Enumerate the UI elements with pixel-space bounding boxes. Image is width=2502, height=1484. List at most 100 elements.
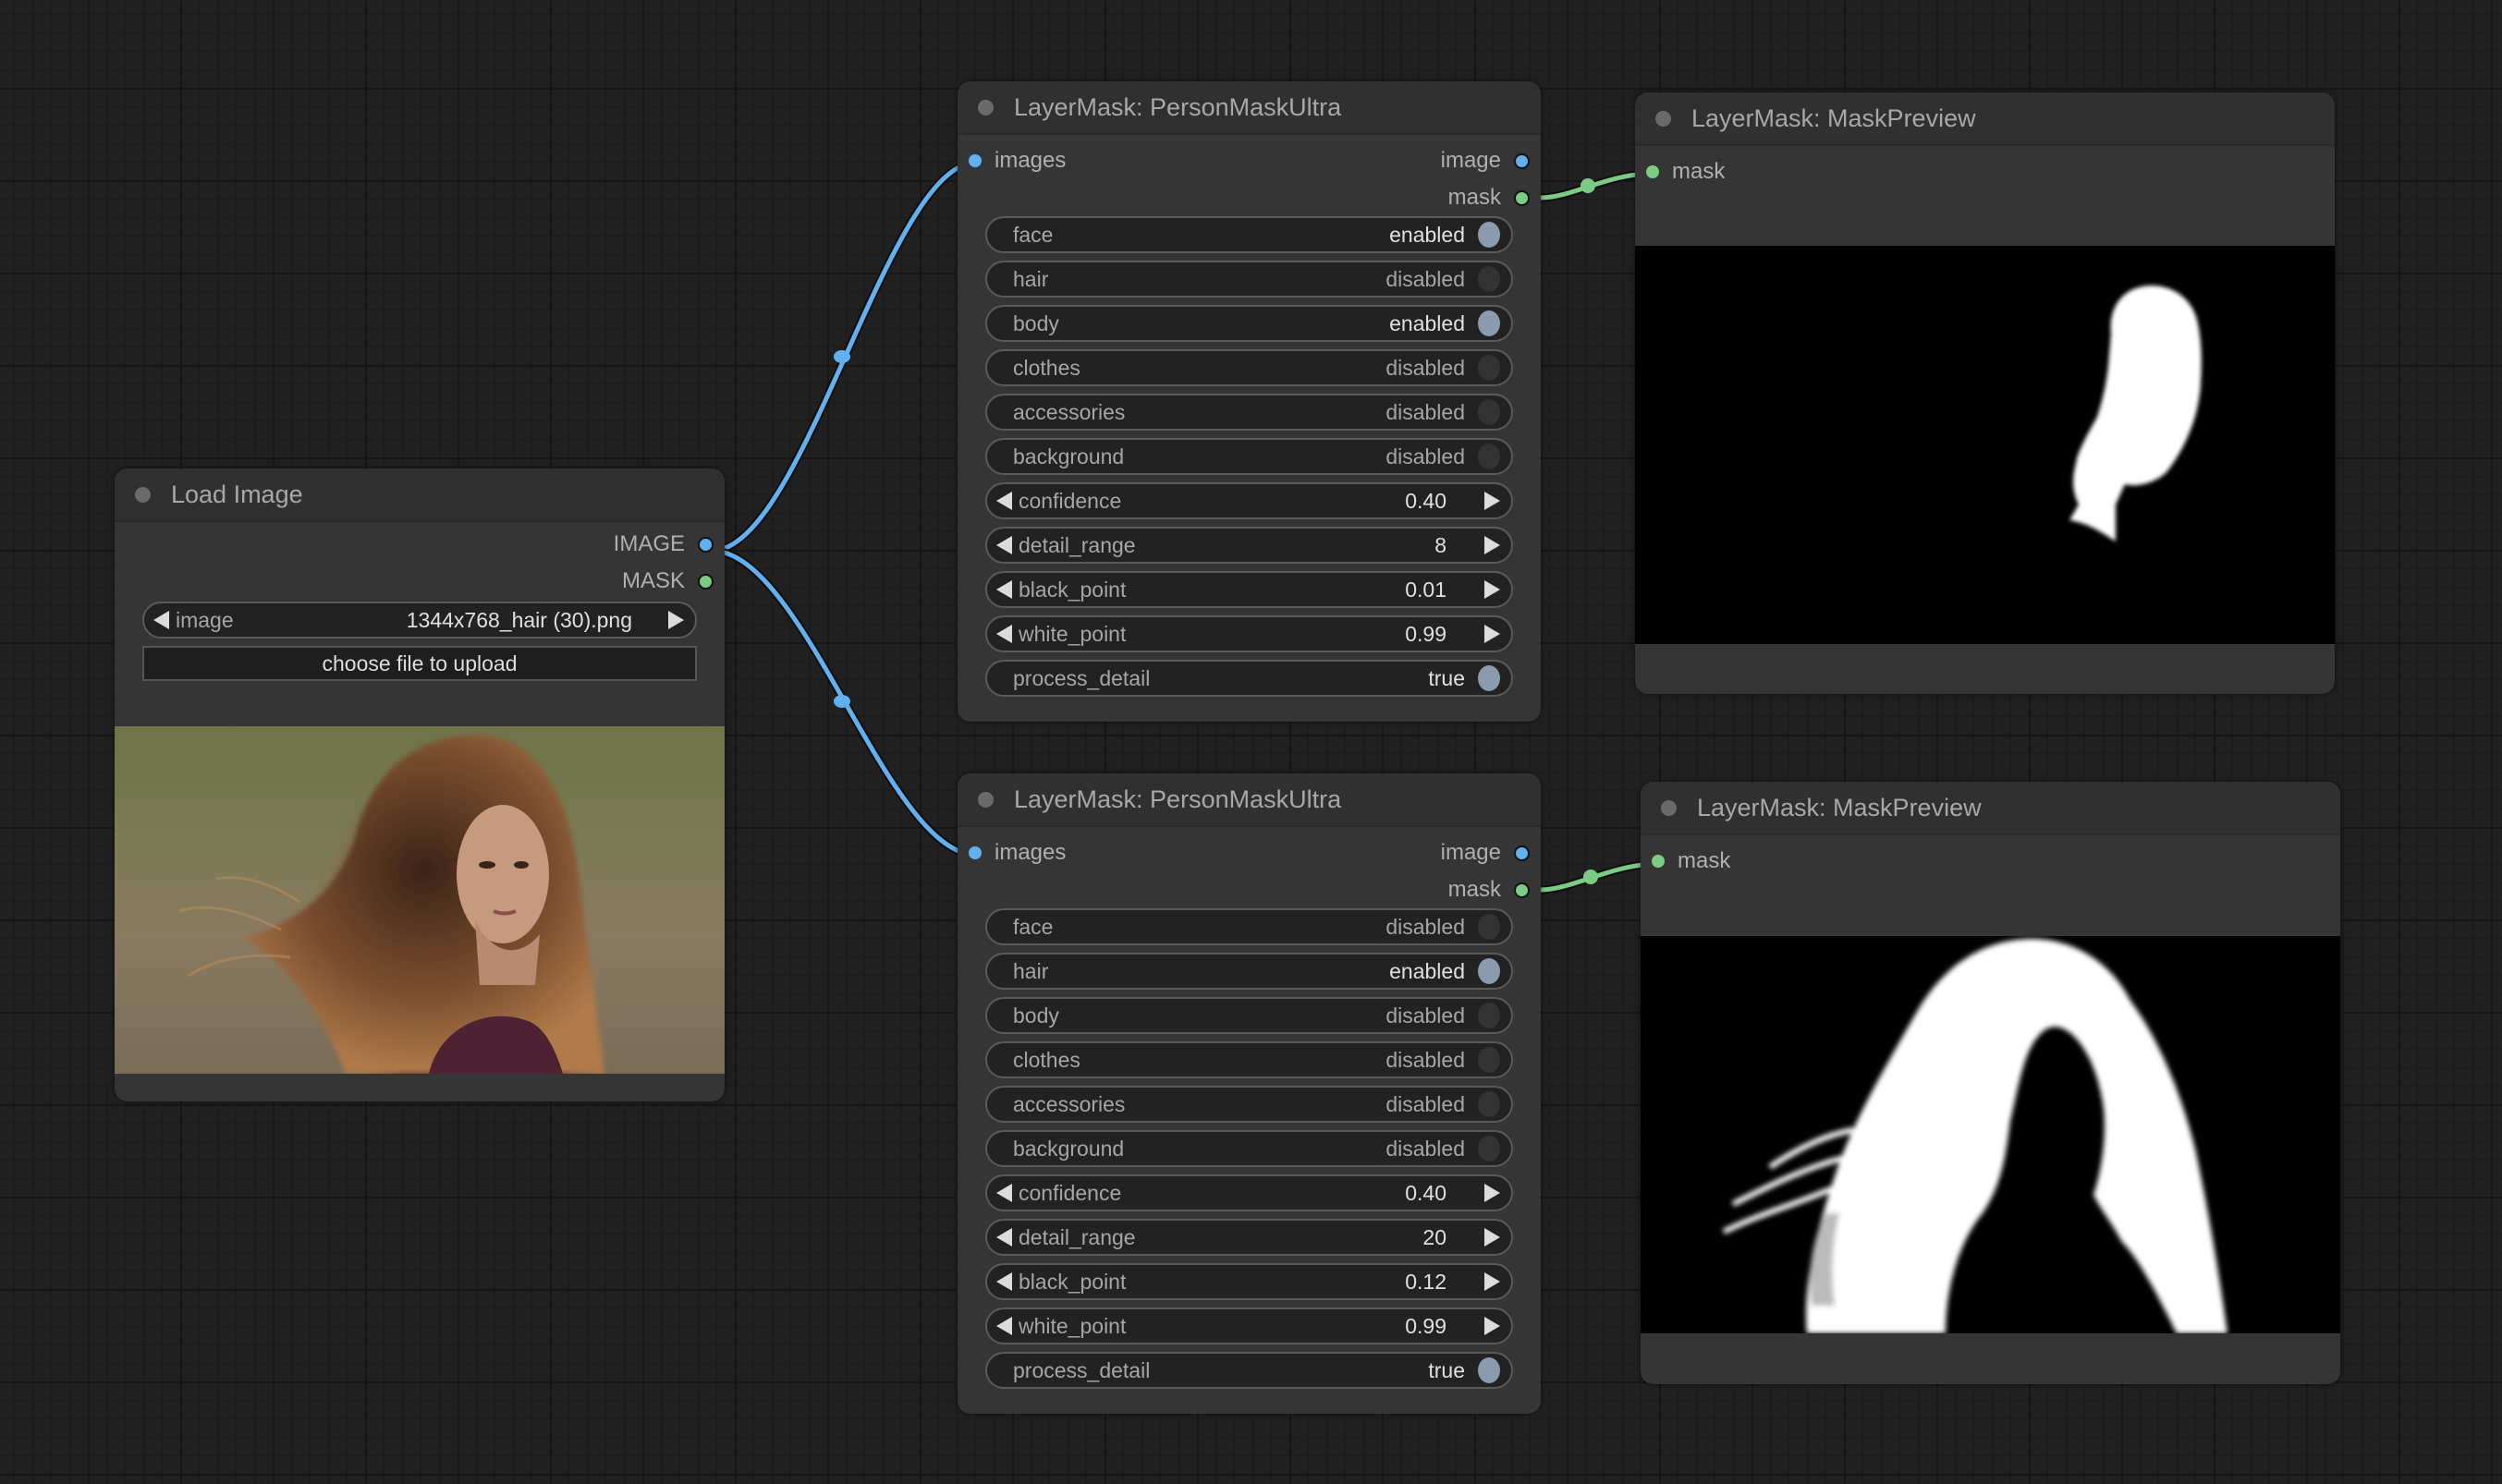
arrow-left-icon[interactable] xyxy=(153,611,169,629)
toggle-process-detail[interactable]: process_detail true xyxy=(985,660,1513,697)
toggle-hair[interactable]: hair enabled xyxy=(985,953,1513,990)
increment-arrow-icon[interactable] xyxy=(1484,1317,1500,1335)
link-image-to-pmu-2-line[interactable] xyxy=(711,548,977,858)
toggle-accessories[interactable]: accessories disabled xyxy=(985,1086,1513,1123)
mask-output-dot-icon[interactable] xyxy=(698,573,714,590)
decrement-arrow-icon[interactable] xyxy=(996,1272,1012,1291)
input-slot-mask[interactable]: mask xyxy=(1641,843,2340,880)
load-image-node[interactable]: Load Image IMAGE MASK image 1344x768_hai… xyxy=(115,468,725,1101)
collapse-dot-icon[interactable] xyxy=(1661,799,1677,816)
input-slot-mask[interactable]: mask xyxy=(1635,153,2335,190)
collapse-dot-icon[interactable] xyxy=(978,791,994,808)
increment-arrow-icon[interactable] xyxy=(1484,536,1500,554)
toggle-knob-icon[interactable] xyxy=(1478,1357,1500,1383)
toggle-process-detail[interactable]: process_detail true xyxy=(985,1352,1513,1389)
toggle-knob-icon[interactable] xyxy=(1478,222,1500,248)
image-output-dot-icon[interactable] xyxy=(1514,152,1530,169)
mask-input-dot-icon[interactable] xyxy=(1652,855,1665,868)
increment-arrow-icon[interactable] xyxy=(1484,1184,1500,1202)
mask-preview-node-1[interactable]: LayerMask: MaskPreview mask xyxy=(1635,92,2335,694)
increment-arrow-icon[interactable] xyxy=(1484,1272,1500,1291)
toggle-knob-icon[interactable] xyxy=(1478,355,1500,381)
number-confidence[interactable]: confidence 0.40 xyxy=(985,482,1513,519)
person-mask-ultra-node-1[interactable]: LayerMask: PersonMaskUltra images image mas… xyxy=(958,81,1541,722)
slot-row-images[interactable]: images image xyxy=(958,142,1541,179)
person-mask-ultra-node-2[interactable]: LayerMask: PersonMaskUltra images image mas… xyxy=(958,773,1541,1414)
toggle-accessories[interactable]: accessories disabled xyxy=(985,394,1513,431)
image-output-dot-icon[interactable] xyxy=(1514,845,1530,861)
toggle-face[interactable]: face disabled xyxy=(985,908,1513,945)
number-white-point[interactable]: white_point 0.99 xyxy=(985,615,1513,652)
increment-arrow-icon[interactable] xyxy=(1484,625,1500,643)
decrement-arrow-icon[interactable] xyxy=(996,1184,1012,1202)
output-slot-image[interactable]: IMAGE xyxy=(115,526,725,563)
link-midpoint-1[interactable] xyxy=(834,350,850,363)
toggle-body[interactable]: body disabled xyxy=(985,997,1513,1034)
toggle-hair[interactable]: hair disabled xyxy=(985,261,1513,298)
link-image-to-pmu-1-line[interactable] xyxy=(711,160,977,553)
toggle-knob-icon[interactable] xyxy=(1478,1136,1500,1162)
toggle-body[interactable]: body enabled xyxy=(985,305,1513,342)
toggle-knob-icon[interactable] xyxy=(1478,310,1500,336)
node-header[interactable]: LayerMask: PersonMaskUltra xyxy=(958,81,1541,135)
toggle-clothes[interactable]: clothes disabled xyxy=(985,349,1513,386)
link-image-to-pmu-1[interactable] xyxy=(711,158,977,555)
slot-row-mask[interactable]: mask xyxy=(958,179,1541,216)
decrement-arrow-icon[interactable] xyxy=(996,625,1012,643)
mask-output-dot-icon[interactable] xyxy=(1514,189,1530,206)
increment-arrow-icon[interactable] xyxy=(1484,1228,1500,1247)
image-combo-widget[interactable]: image 1344x768_hair (30).png xyxy=(142,602,697,639)
decrement-arrow-icon[interactable] xyxy=(996,1228,1012,1247)
toggle-face[interactable]: face enabled xyxy=(985,216,1513,253)
number-confidence[interactable]: confidence 0.40 xyxy=(985,1174,1513,1211)
link-midpoint-3[interactable] xyxy=(1581,178,1595,193)
number-black-point[interactable]: black_point 0.12 xyxy=(985,1263,1513,1300)
mask-input-dot-icon[interactable] xyxy=(1646,165,1659,178)
node-header[interactable]: LayerMask: MaskPreview xyxy=(1635,92,2335,146)
increment-arrow-icon[interactable] xyxy=(1484,580,1500,599)
number-detail-range[interactable]: detail_range 20 xyxy=(985,1219,1513,1256)
toggle-knob-icon[interactable] xyxy=(1478,1003,1500,1028)
toggle-knob-icon[interactable] xyxy=(1478,914,1500,940)
arrow-right-icon[interactable] xyxy=(668,611,684,629)
slot-row-mask[interactable]: mask xyxy=(958,871,1541,908)
toggle-background[interactable]: background disabled xyxy=(985,1130,1513,1167)
widget-value: 0.01 xyxy=(1405,577,1446,602)
toggle-knob-icon[interactable] xyxy=(1478,1047,1500,1073)
mask-preview-node-2[interactable]: LayerMask: MaskPreview mask xyxy=(1641,782,2340,1384)
node-header[interactable]: Load Image xyxy=(115,468,725,522)
increment-arrow-icon[interactable] xyxy=(1484,492,1500,510)
link-midpoint-2[interactable] xyxy=(834,695,850,708)
slot-label: image xyxy=(1440,148,1501,173)
decrement-arrow-icon[interactable] xyxy=(996,492,1012,510)
collapse-dot-icon[interactable] xyxy=(1655,110,1671,127)
toggle-knob-icon[interactable] xyxy=(1478,958,1500,984)
toggle-clothes[interactable]: clothes disabled xyxy=(985,1041,1513,1078)
toggle-knob-icon[interactable] xyxy=(1478,266,1500,292)
link-midpoint-4[interactable] xyxy=(1583,870,1598,884)
collapse-dot-icon[interactable] xyxy=(978,99,994,116)
link-image-to-pmu-2[interactable] xyxy=(711,546,977,859)
decrement-arrow-icon[interactable] xyxy=(996,536,1012,554)
decrement-arrow-icon[interactable] xyxy=(996,1317,1012,1335)
toggle-knob-icon[interactable] xyxy=(1478,665,1500,691)
number-black-point[interactable]: black_point 0.01 xyxy=(985,571,1513,608)
images-input-dot-icon[interactable] xyxy=(969,154,982,167)
slot-row-images[interactable]: images image xyxy=(958,834,1541,871)
collapse-dot-icon[interactable] xyxy=(135,486,151,503)
mask-output-dot-icon[interactable] xyxy=(1514,882,1530,898)
image-output-dot-icon[interactable] xyxy=(698,536,714,553)
images-input-dot-icon[interactable] xyxy=(969,846,982,859)
toggle-background[interactable]: background disabled xyxy=(985,438,1513,475)
node-header[interactable]: LayerMask: MaskPreview xyxy=(1641,782,2340,835)
toggle-knob-icon[interactable] xyxy=(1478,444,1500,469)
node-header[interactable]: LayerMask: PersonMaskUltra xyxy=(958,773,1541,827)
number-white-point[interactable]: white_point 0.99 xyxy=(985,1308,1513,1344)
toggle-knob-icon[interactable] xyxy=(1478,399,1500,425)
toggle-knob-icon[interactable] xyxy=(1478,1091,1500,1117)
hair-mask xyxy=(1722,938,2227,1333)
decrement-arrow-icon[interactable] xyxy=(996,580,1012,599)
output-slot-mask[interactable]: MASK xyxy=(115,563,725,600)
number-detail-range[interactable]: detail_range 8 xyxy=(985,527,1513,564)
upload-button[interactable]: choose file to upload xyxy=(142,646,697,681)
